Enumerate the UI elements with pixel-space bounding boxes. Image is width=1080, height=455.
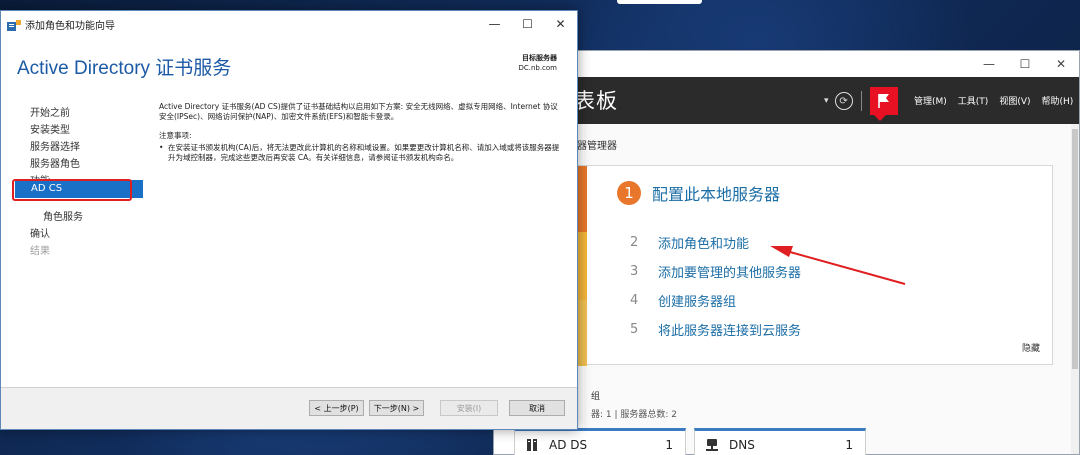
- connect-cloud-services-link[interactable]: 将此服务器连接到云服务: [658, 320, 801, 339]
- notifications-flag-icon[interactable]: [869, 87, 898, 121]
- page-title: 表板: [574, 89, 618, 113]
- quick-start-accent: [577, 166, 587, 366]
- hide-link[interactable]: 隐藏: [1022, 341, 1040, 354]
- quick-start-item[interactable]: 5 将此服务器连接到云服务: [630, 320, 801, 339]
- quick-start-item[interactable]: 3 添加要管理的其他服务器: [630, 262, 801, 281]
- item-number: 3: [630, 264, 639, 279]
- menu-tools[interactable]: 工具(T): [958, 94, 989, 107]
- nav-item-before-you-begin[interactable]: 开始之前: [30, 105, 70, 122]
- target-server-name: DC.nb.com: [518, 64, 557, 72]
- role-tile-dns[interactable]: DNS 1: [694, 428, 866, 455]
- minimize-button[interactable]: —: [971, 51, 1007, 77]
- tile-label: AD DS: [549, 438, 588, 452]
- item-number: 4: [630, 293, 639, 308]
- server-manager-header: 表板 ▾ ⟳ 管理(M) 工具(T) 视图(V) 帮助(H): [494, 77, 1079, 124]
- add-other-servers-link[interactable]: 添加要管理的其他服务器: [658, 262, 801, 281]
- cancel-button[interactable]: 取消: [509, 400, 565, 416]
- scrollbar-thumb[interactable]: [1072, 129, 1078, 369]
- desktop-top-edge: [617, 0, 702, 4]
- menu-help[interactable]: 帮助(H): [1042, 94, 1074, 107]
- tile-count: 1: [845, 438, 853, 452]
- notes-heading: 注意事项:: [159, 131, 192, 140]
- server-manager-body: 器管理器 1 配置此本地服务器 2 添加角色和功能 3 添加要管理的其他服务器 …: [494, 124, 1079, 455]
- menu-view[interactable]: 视图(V): [999, 94, 1030, 107]
- add-roles-features-link[interactable]: 添加角色和功能: [658, 233, 749, 252]
- bullet-glyph: •: [159, 143, 164, 152]
- nav-item-results: 结果: [30, 246, 50, 257]
- target-server-label: 目标服务器: [522, 54, 557, 62]
- step-badge: 1: [617, 181, 641, 205]
- previous-button[interactable]: < 上一步(P): [309, 400, 364, 416]
- nav-item-installation-type[interactable]: 安装类型: [30, 122, 70, 139]
- maximize-button[interactable]: ☐: [1007, 51, 1043, 77]
- configure-local-server-link[interactable]: 配置此本地服务器: [652, 181, 780, 205]
- wizard-page-title: Active Directory 证书服务: [17, 58, 232, 79]
- server-manager-app-icon: [7, 17, 21, 31]
- refresh-icon[interactable]: ⟳: [834, 92, 853, 110]
- tile-count: 1: [665, 438, 673, 452]
- next-button[interactable]: 下一步(N) >: [369, 400, 424, 416]
- nav-divider: [144, 93, 145, 387]
- nav-item-server-roles[interactable]: 服务器角色: [30, 156, 80, 173]
- toolbar-divider: [860, 91, 862, 111]
- quick-start-item[interactable]: 2 添加角色和功能: [630, 233, 749, 252]
- nav-dropdown-icon[interactable]: ▾: [824, 96, 829, 106]
- item-number: 5: [630, 322, 639, 337]
- roles-section-title: 组: [591, 392, 601, 402]
- quick-start-item[interactable]: 4 创建服务器组: [630, 291, 736, 310]
- role-tile-ad-ds[interactable]: AD DS 1: [514, 428, 686, 455]
- add-roles-wizard-window: 添加角色和功能向导 — ☐ ✕ Active Directory 证书服务 目标…: [0, 10, 578, 430]
- adcs-description: Active Directory 证书服务(AD CS)提供了证书基础结构以启用…: [159, 102, 558, 121]
- maximize-button[interactable]: ☐: [511, 11, 544, 37]
- nav-item-server-selection[interactable]: 服务器选择: [30, 139, 80, 156]
- tile-label: DNS: [729, 438, 755, 452]
- note-text: 在安装证书颁发机构(CA)后，将无法更改此计算机的名称和域设置。如果要更改计算机…: [168, 143, 560, 162]
- wizard-titlebar: 添加角色和功能向导 — ☐ ✕: [1, 11, 577, 37]
- breadcrumb: 器管理器: [577, 141, 617, 152]
- quick-start-panel: 1 配置此本地服务器 2 添加角色和功能 3 添加要管理的其他服务器 4 创建服…: [576, 165, 1053, 366]
- wizard-window-title: 添加角色和功能向导: [25, 21, 115, 32]
- install-button[interactable]: 安装(I): [440, 400, 498, 416]
- annotation-highlight-box: [12, 179, 132, 201]
- scrollbar[interactable]: [1071, 124, 1079, 454]
- minimize-button[interactable]: —: [478, 11, 511, 37]
- dns-icon: [705, 438, 719, 452]
- close-button[interactable]: ✕: [544, 11, 577, 37]
- menu-manage[interactable]: 管理(M): [914, 94, 947, 107]
- item-number: 2: [630, 235, 639, 250]
- ad-ds-icon: [525, 438, 539, 452]
- create-server-group-link[interactable]: 创建服务器组: [658, 291, 736, 310]
- wizard-content: Active Directory 证书服务(AD CS)提供了证书基础结构以启用…: [159, 102, 561, 163]
- wizard-nav: 开始之前 安装类型 服务器选择 服务器角色 功能 AD CS 角色服务 确认 结…: [1, 93, 144, 385]
- close-button[interactable]: ✕: [1043, 51, 1079, 77]
- server-manager-titlebar: — ☐ ✕: [494, 51, 1079, 77]
- nav-item-confirmation[interactable]: 确认: [30, 226, 50, 243]
- target-server-info: 目标服务器 DC.nb.com: [518, 53, 557, 73]
- roles-summary: 器: 1 | 服务器总数: 2: [591, 410, 677, 420]
- nav-item-role-services[interactable]: 角色服务: [43, 209, 83, 226]
- wizard-footer: < 上一步(P) 下一步(N) > 安装(I) 取消: [1, 388, 577, 429]
- server-manager-window: — ☐ ✕ 表板 ▾ ⟳ 管理(M) 工具(T) 视图(V) 帮助(H) 器管理…: [493, 50, 1080, 455]
- note-item: • 在安装证书颁发机构(CA)后，将无法更改此计算机的名称和域设置。如果要更改计…: [159, 143, 561, 163]
- wizard-header: Active Directory 证书服务 目标服务器 DC.nb.com: [1, 37, 577, 93]
